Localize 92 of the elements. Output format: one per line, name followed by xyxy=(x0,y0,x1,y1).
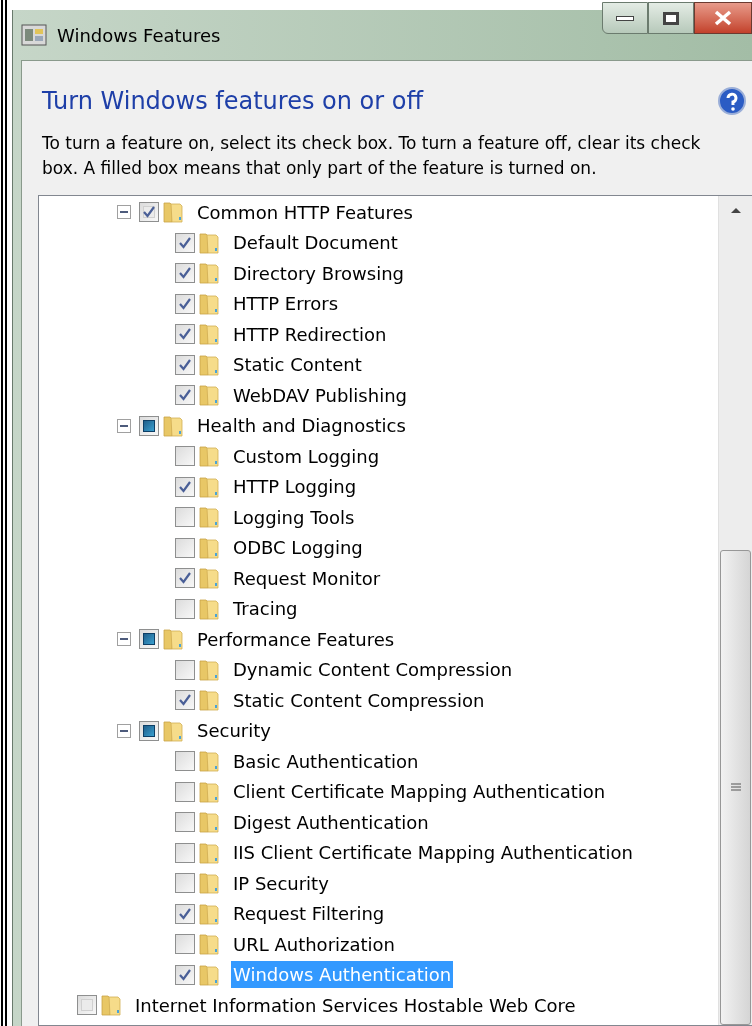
feature-label[interactable]: Static Content Compression xyxy=(231,686,487,714)
checkbox[interactable] xyxy=(175,232,195,253)
checkbox[interactable] xyxy=(175,903,195,924)
feature-label[interactable]: IIS Client Certificate Mapping Authentication xyxy=(231,839,635,867)
feature-label[interactable]: Tracing xyxy=(231,595,300,623)
checkbox[interactable] xyxy=(175,263,195,284)
description-text: To turn a feature on, select its check box. To turn a feature off, clear its check box. A filled box means that only part of the feature is turned on. xyxy=(41,132,702,180)
feature-label[interactable]: URL Authorization xyxy=(231,930,397,958)
checkbox[interactable] xyxy=(175,812,195,833)
minimize-button[interactable] xyxy=(602,2,648,34)
close-button[interactable] xyxy=(694,2,752,34)
checkbox[interactable] xyxy=(175,476,195,497)
feature-label[interactable]: Performance Features xyxy=(195,625,397,653)
feature-label[interactable]: Logging Tools xyxy=(231,503,357,531)
close-icon xyxy=(714,10,732,26)
collapse-icon[interactable] xyxy=(117,205,131,220)
window-title: Windows Features xyxy=(57,23,221,48)
feature-label[interactable]: Default Document xyxy=(231,229,400,257)
feature-label[interactable]: Directory Browsing xyxy=(231,259,406,287)
checkbox[interactable] xyxy=(175,507,195,528)
help-icon[interactable] xyxy=(718,87,746,115)
folder-icon xyxy=(99,993,123,1018)
folder-icon xyxy=(197,383,221,408)
checkbox[interactable] xyxy=(175,751,195,772)
collapse-icon[interactable] xyxy=(117,418,131,433)
folder-icon xyxy=(197,352,221,377)
folder-icon xyxy=(197,474,221,499)
folder-icon xyxy=(197,291,221,316)
feature-label[interactable]: Digest Authentication xyxy=(231,808,431,836)
folder-icon xyxy=(197,901,221,926)
folder-icon xyxy=(197,688,221,713)
feature-label[interactable]: Common HTTP Features xyxy=(195,198,415,226)
checkbox[interactable] xyxy=(175,354,195,375)
folder-icon xyxy=(197,779,221,804)
maximize-button[interactable] xyxy=(648,2,694,34)
checkbox[interactable] xyxy=(175,446,195,467)
checkbox[interactable] xyxy=(175,690,195,711)
folder-icon xyxy=(161,718,185,743)
folder-icon xyxy=(197,230,221,255)
folder-icon xyxy=(197,261,221,286)
folder-icon xyxy=(161,413,185,438)
folder-icon xyxy=(197,566,221,591)
collapse-icon[interactable] xyxy=(117,632,131,647)
checkbox[interactable] xyxy=(175,964,195,985)
folder-icon xyxy=(197,505,221,530)
folder-icon xyxy=(197,535,221,560)
folder-icon xyxy=(161,200,185,225)
feature-label[interactable]: Request Filtering xyxy=(231,900,387,928)
folder-icon xyxy=(161,627,185,652)
feature-label[interactable]: Dynamic Content Compression xyxy=(231,656,515,684)
feature-label[interactable]: IP Security xyxy=(231,869,331,897)
folder-icon xyxy=(197,444,221,469)
checkbox[interactable] xyxy=(175,659,195,680)
checkbox[interactable] xyxy=(175,568,195,589)
checkbox[interactable] xyxy=(175,598,195,619)
folder-icon xyxy=(197,596,221,621)
dialog-heading: Turn Windows features on or off xyxy=(42,86,423,117)
feature-label[interactable]: Health and Diagnostics xyxy=(195,412,408,440)
checkbox[interactable] xyxy=(175,781,195,802)
feature-label[interactable]: HTTP Logging xyxy=(231,473,359,501)
folder-icon xyxy=(197,657,221,682)
scroll-up-icon[interactable] xyxy=(729,206,742,214)
folder-icon xyxy=(197,932,221,957)
checkbox[interactable] xyxy=(175,324,195,345)
folder-icon xyxy=(197,840,221,865)
folder-icon xyxy=(197,322,221,347)
feature-label[interactable]: ODBC Logging xyxy=(231,534,365,562)
feature-label[interactable]: Basic Authentication xyxy=(231,747,421,775)
checkbox[interactable] xyxy=(175,842,195,863)
feature-label[interactable]: WebDAV Publishing xyxy=(231,381,409,409)
checkbox[interactable] xyxy=(175,934,195,955)
feature-label[interactable]: Internet Information Services Hostable Web Core xyxy=(133,991,578,1019)
scrollbar[interactable] xyxy=(718,196,752,1025)
scroll-thumb[interactable] xyxy=(720,550,751,1025)
feature-label[interactable]: Static Content xyxy=(231,351,364,379)
checkbox[interactable] xyxy=(175,385,195,406)
app-icon xyxy=(21,23,47,47)
feature-label[interactable]: Request Monitor xyxy=(231,564,383,592)
feature-label[interactable]: HTTP Redirection xyxy=(231,320,389,348)
collapse-icon[interactable] xyxy=(117,723,131,738)
feature-label[interactable]: Client Certificate Mapping Authentication xyxy=(231,778,608,806)
checkbox[interactable] xyxy=(175,293,195,314)
folder-icon xyxy=(197,962,221,987)
feature-label[interactable]: Security xyxy=(195,717,273,745)
feature-label[interactable]: HTTP Errors xyxy=(231,290,341,318)
checkbox[interactable] xyxy=(175,537,195,558)
checkbox[interactable] xyxy=(175,873,195,894)
folder-icon xyxy=(197,810,221,835)
folder-icon xyxy=(197,871,221,896)
feature-label[interactable]: Custom Logging xyxy=(231,442,382,470)
folder-icon xyxy=(197,749,221,774)
grip-icon xyxy=(729,782,742,793)
